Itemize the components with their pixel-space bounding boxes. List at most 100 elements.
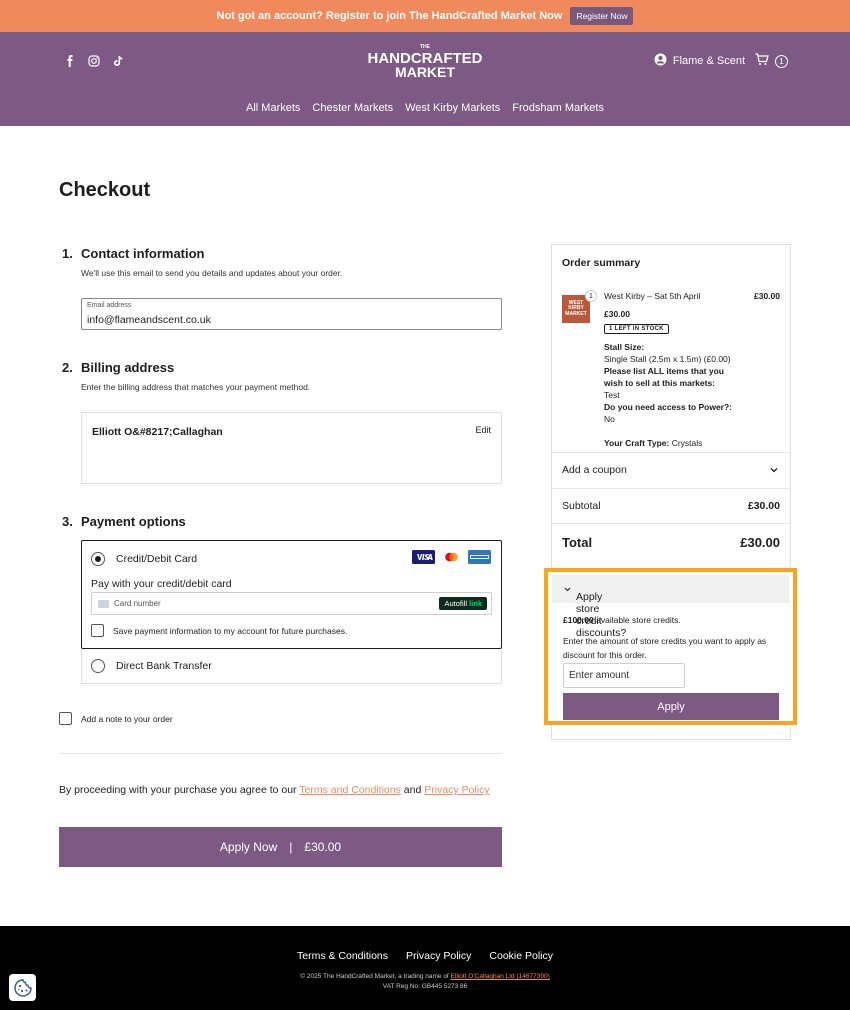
stall-size-label: Stall Size: [604,342,645,352]
payment-options-title: Payment options [81,514,186,529]
save-payment-label[interactable]: Save payment information to my account f… [113,626,347,636]
order-summary-title: Order summary [562,257,641,269]
mastercard-icon [441,550,462,564]
item-unit-price: £30.00 [604,309,630,319]
store-credit-desc: Enter the amount of store credits you wa… [563,636,767,660]
apply-now-button[interactable]: Apply Now | £30.00 [59,827,502,867]
step-1-number: 1. [62,246,73,261]
quantity-badge: 1 [585,290,597,302]
bank-transfer-label[interactable]: Direct Bank Transfer [116,660,212,672]
stall-size-value: Single Stall (2.5m x 1.5m) (£0.00) [604,354,731,364]
apply-credit-button[interactable]: Apply [563,693,779,720]
vat-number: VAT Reg No: GB445 5273 86 [382,983,468,990]
pay-with-card-text: Pay with your credit/debit card [91,578,232,590]
card-logos [412,550,491,564]
footer-terms-link[interactable]: Terms & Conditions [297,950,388,962]
store-credit-amount-input[interactable] [563,663,685,688]
social-links [64,54,124,67]
contact-information-title: Contact information [81,246,205,261]
nav-chester-markets[interactable]: Chester Markets [312,102,393,114]
cart-count-badge[interactable]: 1 [775,54,788,68]
billing-address-title: Billing address [81,360,175,375]
copyright: © 2025 The HandCrafted Market, a trading… [0,972,850,992]
visa-icon [412,550,435,564]
subtotal-value: £30.00 [747,500,780,512]
step-2-number: 2. [62,360,73,375]
card-option-label[interactable]: Credit/Debit Card [116,553,197,565]
site-header: THE HANDCRAFTED MARKET Flame & Scent 1 A… [0,32,850,126]
add-note-checkbox[interactable] [59,712,72,725]
card-payment-option[interactable]: Credit/Debit Card Pay with your credit/d… [81,540,502,649]
available-credit-amount: £100.00 [563,615,594,625]
autofill-link-button[interactable]: Autofill link [439,597,487,610]
cookie-icon [13,978,32,997]
footer-privacy-link[interactable]: Privacy Policy [406,950,471,962]
billing-address-card: Elliott O&#8217;Callaghan Edit [81,412,502,484]
site-logo[interactable]: THE HANDCRAFTED MARKET [366,42,484,82]
save-payment-checkbox[interactable] [91,624,104,637]
add-coupon-toggle[interactable]: Add a coupon [562,464,627,476]
nav-west-kirby-markets[interactable]: West Kirby Markets [405,102,500,114]
billing-address-desc: Enter the billing address that matches y… [81,382,311,392]
terms-prefix: By proceeding with your purchase you agr… [59,784,297,796]
cookie-settings-button[interactable] [9,974,36,1001]
summary-divider [552,523,790,524]
terms-link[interactable]: Terms and Conditions [299,784,401,796]
cart-icon[interactable] [755,53,769,69]
logo-sub: MARKET [395,64,455,80]
facebook-icon[interactable] [64,54,76,67]
section-divider [59,753,502,754]
nav-frodsham-markets[interactable]: Frodsham Markets [512,102,604,114]
privacy-link[interactable]: Privacy Policy [424,784,489,796]
footer-links: Terms & Conditions Privacy Policy Cookie… [0,950,850,962]
nav-all-markets[interactable]: All Markets [246,102,300,114]
email-field[interactable]: Email address info@flameandscent.co.uk [81,298,502,330]
user-icon[interactable] [654,53,667,69]
craft-type-label: Your Craft Type: [604,438,670,448]
card-radio[interactable] [91,552,105,566]
footer-cookie-link[interactable]: Cookie Policy [489,950,553,962]
items-label: Please list ALL items that you wish to s… [604,366,724,388]
account-area: Flame & Scent 1 [654,53,788,69]
item-total-price: £30.00 [754,291,780,301]
bank-transfer-option[interactable]: Direct Bank Transfer [81,649,502,684]
apply-now-amount: £30.00 [304,840,342,854]
account-name-link[interactable]: Flame & Scent [673,55,745,67]
register-now-button[interactable]: Register Now [570,7,634,25]
contact-information-desc: We'll use this email to send you details… [81,268,343,278]
promo-bar: Not got an account? Register to join The… [0,0,850,32]
billing-name: Elliott O&#8217;Callaghan [92,426,223,438]
promo-text: Not got an account? Register to join The… [216,10,563,22]
company-link[interactable]: Elliott O'Callaghan Ltd (14677390) [451,973,550,980]
copyright-text: © 2025 The HandCrafted Market, a trading… [300,973,449,980]
edit-address-link[interactable]: Edit [475,425,491,435]
instagram-icon[interactable] [88,54,100,67]
card-number-placeholder: Card number [114,599,161,608]
chevron-down-icon[interactable] [770,466,778,475]
autofill-link-label: link [469,599,482,608]
tiktok-icon[interactable] [112,54,124,66]
craft-type-value: Crystals [671,438,703,448]
total-value: £30.00 [740,535,780,550]
subtotal-label: Subtotal [562,500,601,512]
stock-badge: 1 LEFT IN STOCK [604,324,669,334]
add-note-label[interactable]: Add a note to your order [81,714,173,724]
email-label: Email address [87,302,132,309]
available-credit-text: available store credits. [596,615,681,625]
summary-divider [552,452,790,453]
terms-and: and [403,784,422,796]
total-label: Total [562,535,593,550]
email-value[interactable]: info@flameandscent.co.uk [87,314,211,326]
card-number-input[interactable]: Card number Autofill link [91,592,492,615]
apply-now-separator: | [289,840,293,854]
item-name: West Kirby – Sat 5th April [604,291,701,301]
store-credit-toggle[interactable]: Apply store credit discounts? [552,575,789,639]
store-credit-panel: Apply store credit discounts? £100.00 av… [544,568,797,725]
items-value: Test [604,390,620,400]
summary-divider [552,488,790,489]
bank-transfer-radio[interactable] [91,659,105,673]
terms-notice: By proceeding with your purchase you agr… [59,784,490,796]
autofill-label: Autofill [444,599,467,608]
step-3-number: 3. [62,514,73,529]
store-credit-heading[interactable]: Apply store credit discounts? [564,583,626,639]
